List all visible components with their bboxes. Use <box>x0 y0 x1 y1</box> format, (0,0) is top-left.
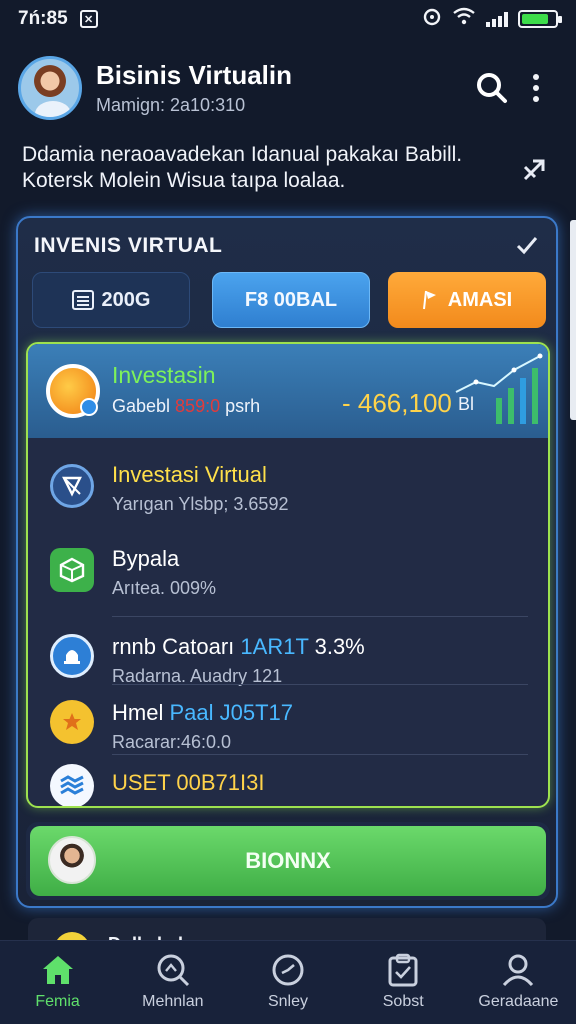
list-item-title-part3: 3.3% <box>308 634 365 659</box>
bell-icon <box>50 634 94 678</box>
header-text: Bisinis Virtualin Mamign: 2a10:310 <box>96 60 470 116</box>
featured-sub-suffix: psrh <box>220 396 261 416</box>
featured-subtitle: Gabebl 859:0 psrh <box>112 396 260 417</box>
expand-button[interactable] <box>516 152 552 188</box>
signal-icon <box>486 11 508 27</box>
list-item-title-part1: rnnb Catoarı <box>112 634 241 659</box>
home-icon <box>42 956 73 984</box>
list-divider <box>112 616 528 617</box>
list-item-subtitle: Yarıgan Ylsbp; 3.6592 <box>112 494 289 514</box>
alarm-icon <box>422 6 442 32</box>
search-icon <box>157 954 189 987</box>
check-icon <box>516 237 538 255</box>
coin-icon <box>46 364 100 418</box>
featured-sub-prefix: Gabebl <box>112 396 176 416</box>
nav-label: Mehnlan <box>142 993 204 1010</box>
more-vertical-icon <box>533 74 539 102</box>
nav-item-search[interactable]: Mehnlan <box>115 941 230 1024</box>
list-divider <box>112 684 528 685</box>
featured-investment-row[interactable]: Investasin Gabebl 859:0 psrh - 466,100 B… <box>28 344 548 438</box>
clock-time: 7ń:85 <box>18 8 68 29</box>
confirm-button[interactable] <box>512 230 542 260</box>
balance-button[interactable]: 200G <box>32 272 190 328</box>
cta-container: BIONNX <box>26 822 550 900</box>
wifi-icon <box>452 7 476 31</box>
scrollbar[interactable] <box>570 220 576 420</box>
global-label: F8 00BAL <box>244 288 338 311</box>
nav-item-clipboard[interactable]: Sobst <box>346 941 461 1024</box>
shield-icon <box>50 464 94 508</box>
status-right <box>422 6 562 32</box>
nav-label: Geradaane <box>478 993 559 1010</box>
list-divider <box>112 754 528 755</box>
cta-avatar <box>48 836 96 884</box>
amasi-label: AMASI <box>447 288 513 311</box>
trend-chart-icon <box>455 353 543 424</box>
star-icon <box>50 700 94 744</box>
featured-title: Investasin <box>112 362 216 388</box>
list-item-title: Investasi Virtual <box>112 462 267 487</box>
list-icon <box>71 290 94 310</box>
wave-icon <box>50 764 94 806</box>
list-item-title: Hmel Paal J05T17 <box>112 700 293 726</box>
more-options-button[interactable] <box>514 66 558 110</box>
list-item-title-part1: Hmel <box>112 700 170 725</box>
global-button[interactable]: F8 00BAL <box>212 272 370 328</box>
nav-label: Sobst <box>382 993 424 1010</box>
page-title: Bisinis Virtualin <box>96 60 293 90</box>
description-line-2: Kotersk Molein Wisua taıpa loalaa. <box>22 169 346 192</box>
battery-icon <box>518 10 562 28</box>
app-header: Bisinis Virtualin Mamign: 2a10:310 <box>18 50 558 126</box>
list-item-uset[interactable]: USET 00B71I3I <box>28 756 548 806</box>
list-item-title: USET 00B71I3I <box>112 770 265 795</box>
virtual-investment-panel: INVENIS VIRTUAL 200G F8 00BAL AMASI Inve… <box>16 216 558 908</box>
nav-label: Femia <box>35 993 80 1010</box>
cube-icon <box>50 548 94 592</box>
avatar[interactable] <box>18 56 82 120</box>
bottom-navigation: Femia Mehnlan Snley Sobst Geradaane <box>0 940 576 1024</box>
list-item-title: rnnb Catoarı 1AR1T 3.3% <box>112 634 365 660</box>
bionnx-button[interactable]: BIONNX <box>30 826 546 896</box>
list-item-title-part2: 1AR1T <box>240 634 309 659</box>
panel-title: INVENIS VIRTUAL <box>34 234 223 257</box>
clock-icon <box>272 954 304 986</box>
nav-item-clock[interactable]: Snley <box>230 941 345 1024</box>
page-subtitle: Mamign: 2a10:310 <box>96 95 246 115</box>
flag-icon <box>422 290 436 310</box>
search-icon <box>477 73 507 103</box>
nav-item-profile[interactable]: Geradaane <box>461 941 576 1024</box>
notification-icon: ✕ <box>79 10 98 28</box>
list-item-investasi-virtual[interactable]: Investasi Virtual Yarıgan Ylsbp; 3.6592 <box>28 450 548 530</box>
search-button[interactable] <box>470 66 514 110</box>
status-bar: 7ń:85 ✕ <box>0 0 576 38</box>
amasi-button[interactable]: AMASI <box>388 272 546 328</box>
description-line-1: Ddamia neraoavadekan Idanual pakakaı Bab… <box>22 143 463 166</box>
list-item-title: Bypala <box>112 546 180 571</box>
status-left: 7ń:85 ✕ <box>18 8 98 30</box>
description-text: Ddamia neraoavadekan Idanual pakakaı Bab… <box>22 142 502 194</box>
arrows-icon <box>523 159 545 181</box>
list-item-subtitle: Arıtea. 009% <box>112 578 217 598</box>
nav-label: Snley <box>267 993 309 1010</box>
clipboard-icon <box>388 953 418 987</box>
list-item-title-part2: Paal J05T17 <box>169 700 293 725</box>
investment-list: Investasin Gabebl 859:0 psrh - 466,100 B… <box>26 342 550 808</box>
balance-label: 200G <box>101 288 151 311</box>
user-icon <box>503 954 534 987</box>
nav-item-home[interactable]: Femia <box>0 941 115 1024</box>
next-card-peek[interactable]: Dolla bab <box>28 918 546 942</box>
list-item-subtitle: Racarar:46:0.0 <box>112 732 232 752</box>
list-item-bypala[interactable]: Bypala Arıtea. 009% <box>28 534 548 614</box>
cta-label: BIONNX <box>245 848 331 873</box>
featured-sub-highlight: 859:0 <box>175 396 221 416</box>
